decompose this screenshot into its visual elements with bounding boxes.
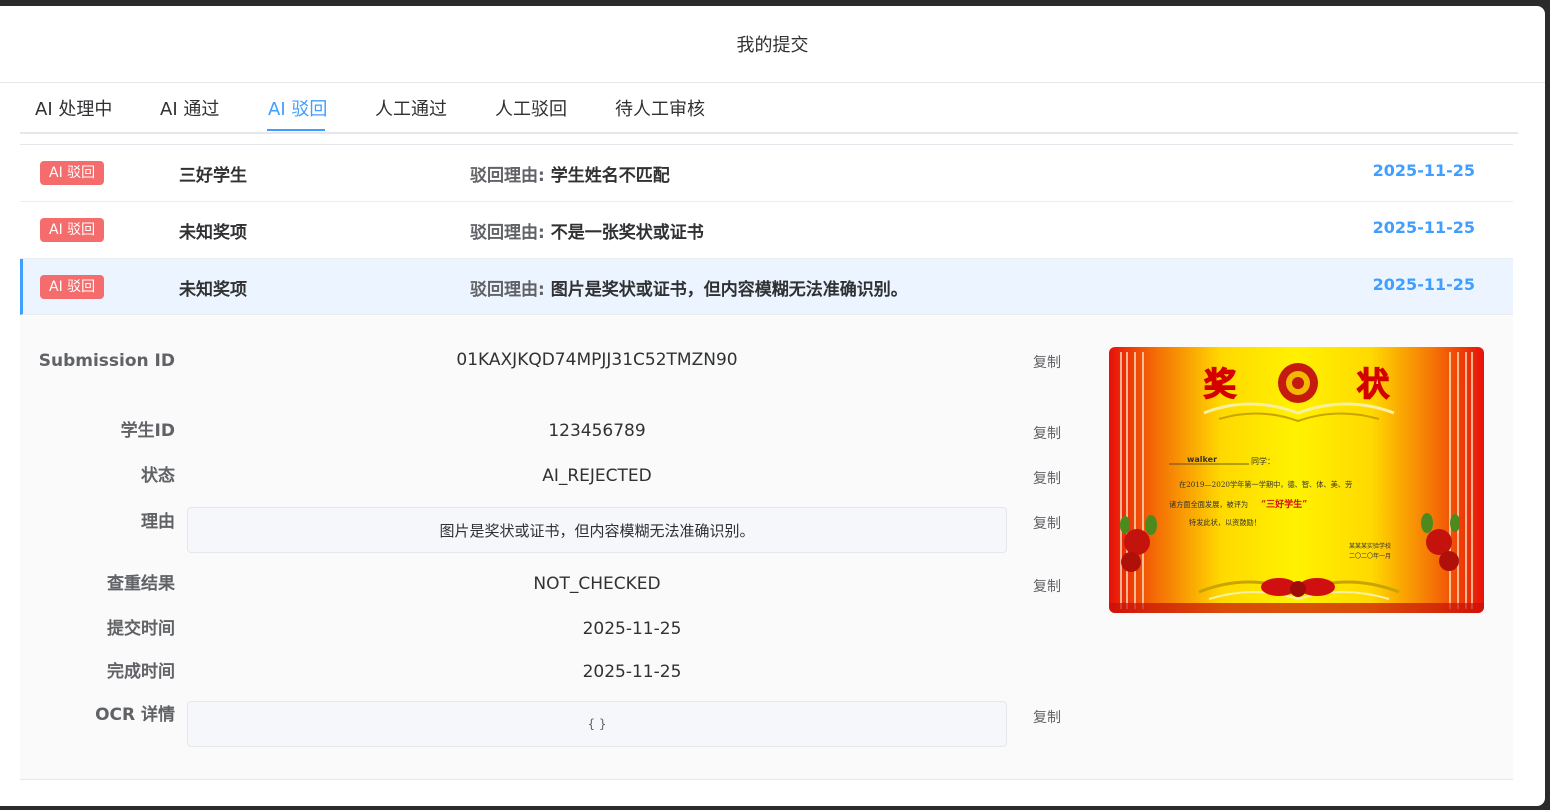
submit-time-label: 提交时间 [107, 619, 175, 639]
certificate-graphic: 奖 状 walker 同学： 在2019—2020学年第一学期中，德、智、体、美… [1109, 347, 1484, 613]
reject-reason: 驳回理由: 学生姓名不匹配 [470, 161, 670, 186]
submission-id-value: 01KAXJKQD74MPJJ31C52TMZN90 [456, 350, 738, 370]
submission-date: 2025-11-25 [1372, 218, 1475, 237]
certificate-line-3: 特发此状，以资鼓励！ [1189, 518, 1261, 527]
copy-reason-button[interactable]: 复制 [1033, 513, 1061, 533]
reject-reason-text: 不是一张奖状或证书 [550, 223, 704, 243]
certificate-line-2b: “三好学生” [1261, 498, 1307, 510]
bow-icon [1290, 581, 1306, 597]
ocr-detail-box: { } [187, 701, 1007, 747]
tab-ai-rejected[interactable]: AI 驳回 [268, 95, 327, 121]
award-name: 三好学生 [179, 166, 247, 186]
reason-label: 理由 [141, 512, 175, 532]
reason-value-box: 图片是奖状或证书，但内容模糊无法准确识别。 [187, 507, 1007, 553]
status-value: AI_REJECTED [542, 466, 652, 486]
submission-date: 2025-11-25 [1372, 275, 1475, 294]
award-name: 未知奖项 [179, 223, 247, 243]
certificate-heading-right: 状 [1357, 365, 1390, 403]
status-badge: AI 驳回 [40, 161, 105, 185]
copy-dup-check-button[interactable]: 复制 [1033, 576, 1061, 596]
copy-student-id-button[interactable]: 复制 [1033, 423, 1061, 443]
tab-ai-approved[interactable]: AI 通过 [160, 95, 219, 121]
reject-reason-text: 图片是奖状或证书，但内容模糊无法准确识别。 [550, 280, 908, 300]
tab-ai-processing[interactable]: AI 处理中 [35, 95, 112, 121]
reject-reason: 驳回理由: 不是一张奖状或证书 [470, 218, 704, 243]
status-badge: AI 驳回 [40, 218, 105, 242]
status-label: 状态 [141, 466, 175, 486]
submission-detail-panel: Submission ID 01KAXJKQD74MPJJ31C52TMZN90… [20, 316, 1513, 780]
submission-list: AI 驳回 三好学生 驳回理由: 学生姓名不匹配 2025-11-25 AI 驳… [20, 144, 1513, 315]
finish-time-label: 完成时间 [107, 662, 175, 682]
active-tab-indicator [267, 129, 325, 131]
submission-id-label: Submission ID [38, 351, 175, 371]
reject-reason-text: 学生姓名不匹配 [550, 166, 670, 186]
status-badge: AI 驳回 [40, 275, 105, 299]
submission-row[interactable]: AI 驳回 未知奖项 驳回理由: 不是一张奖状或证书 2025-11-25 [20, 202, 1513, 259]
ocr-detail-label: OCR 详情 [95, 705, 175, 725]
submissions-window: 我的提交 AI 处理中 AI 通过 AI 驳回 人工通过 人工驳回 待人工审核 … [0, 6, 1545, 806]
tab-bar: AI 处理中 AI 通过 AI 驳回 人工通过 人工驳回 待人工审核 [20, 83, 1518, 134]
page-title: 我的提交 [0, 6, 1545, 83]
tab-manual-approved[interactable]: 人工通过 [375, 95, 447, 121]
reject-reason-label: 驳回理由: [470, 280, 545, 300]
reject-reason: 驳回理由: 图片是奖状或证书，但内容模糊无法准确识别。 [470, 275, 908, 300]
reject-reason-label: 驳回理由: [470, 223, 545, 243]
reject-reason-label: 驳回理由: [470, 166, 545, 186]
dup-check-value: NOT_CHECKED [533, 574, 661, 594]
tab-manual-rejected[interactable]: 人工驳回 [495, 95, 567, 121]
submission-date: 2025-11-25 [1372, 161, 1475, 180]
certificate-student-name: walker [1187, 455, 1217, 464]
submission-row-selected[interactable]: AI 驳回 未知奖项 驳回理由: 图片是奖状或证书，但内容模糊无法准确识别。 2… [20, 259, 1513, 315]
finish-time-value: 2025-11-25 [582, 662, 682, 682]
certificate-salutation: 同学： [1251, 456, 1275, 466]
dup-check-label: 查重结果 [107, 574, 175, 594]
certificate-date: 二〇二〇年一月 [1349, 552, 1391, 560]
student-id-value: 123456789 [548, 421, 646, 441]
copy-submission-id-button[interactable]: 复制 [1033, 352, 1061, 372]
copy-ocr-button[interactable]: 复制 [1033, 707, 1061, 727]
certificate-line-1: 在2019—2020学年第一学期中，德、智、体、美、劳 [1179, 480, 1352, 489]
copy-status-button[interactable]: 复制 [1033, 468, 1061, 488]
tab-pending-review[interactable]: 待人工审核 [615, 95, 705, 121]
certificate-image[interactable]: 奖 状 walker 同学： 在2019—2020学年第一学期中，德、智、体、美… [1109, 347, 1484, 613]
submit-time-value: 2025-11-25 [582, 619, 682, 639]
certificate-line-2a: 诸方面全面发展，被评为 [1169, 500, 1248, 509]
submission-row[interactable]: AI 驳回 三好学生 驳回理由: 学生姓名不匹配 2025-11-25 [20, 145, 1513, 202]
certificate-heading-left: 奖 [1204, 365, 1236, 403]
student-id-label: 学生ID [120, 421, 175, 441]
certificate-school: 某某某实验学校 [1349, 542, 1391, 550]
award-name: 未知奖项 [179, 280, 247, 300]
